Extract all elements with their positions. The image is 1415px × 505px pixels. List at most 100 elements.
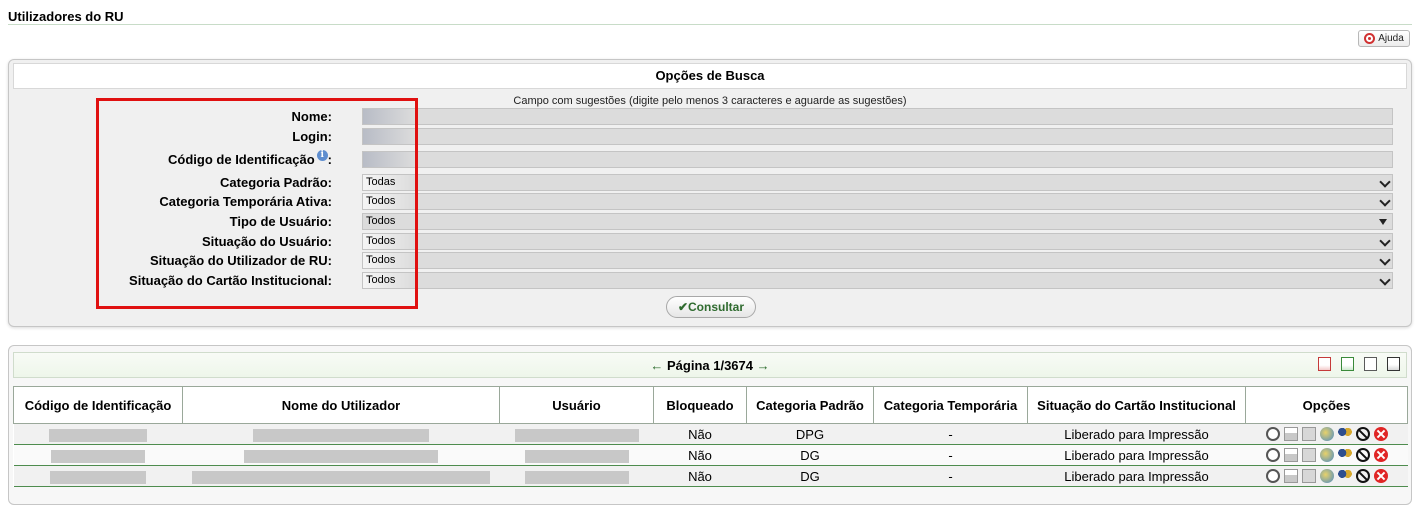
delete-icon[interactable] (1373, 469, 1388, 483)
cell-bloqueado: Não (653, 423, 747, 445)
table-row: Não DPG - Liberado para Impressão (13, 423, 1408, 445)
categoria-temporaria-label: Categoria Temporária Ativa: (159, 194, 332, 209)
cell-categoria-padrao: DG (746, 444, 874, 466)
table-row: Não DG - Liberado para Impressão (13, 465, 1408, 487)
row-codigo: Código de Identificação i: (9, 150, 1411, 169)
categoria-padrao-label: Categoria Padrão: (220, 175, 332, 190)
situacao-cartao-value: Todos (366, 274, 396, 286)
users-icon[interactable] (1337, 448, 1352, 462)
col-bloqueado[interactable]: Bloqueado (653, 386, 747, 424)
chevron-down-icon (1379, 274, 1391, 286)
block-icon[interactable] (1355, 469, 1370, 483)
consultar-button[interactable]: ✔Consultar (666, 296, 756, 318)
prev-page-arrow[interactable]: ← (650, 358, 663, 373)
users-icon[interactable] (1337, 469, 1352, 483)
table-row: Não DG - Liberado para Impressão (13, 444, 1408, 466)
row-situacao-utilizador: Situação do Utilizador de RU: Todos (9, 251, 1411, 270)
help-button[interactable]: Ajuda (1358, 30, 1410, 47)
next-page-arrow[interactable]: → (757, 358, 770, 373)
row-categoria-temporaria: Categoria Temporária Ativa: Todos (9, 192, 1411, 211)
cell-codigo (13, 465, 183, 487)
cell-categoria-padrao: DG (746, 465, 874, 487)
block-icon[interactable] (1355, 448, 1370, 462)
redacted-text (192, 470, 490, 484)
binoculars-icon[interactable] (1265, 427, 1280, 441)
delete-icon[interactable] (1373, 448, 1388, 462)
binoculars-icon[interactable] (1265, 448, 1280, 462)
situacao-cartao-label: Situação do Cartão Institucional: (129, 273, 332, 288)
suggestion-hint: Campo com sugestões (digite pelo menos 3… (513, 95, 907, 107)
help-label: Ajuda (1378, 33, 1404, 44)
search-panel: Opções de Busca Campo com sugestões (dig… (8, 59, 1412, 327)
situacao-cartao-select[interactable]: Todos (362, 272, 1393, 289)
tipo-usuario-select[interactable]: Todos (362, 213, 1393, 230)
cell-situacao-cartao: Liberado para Impressão (1027, 444, 1246, 466)
page-title: Utilizadores do RU (8, 9, 124, 24)
codigo-label: Código de Identificação (168, 152, 315, 167)
xls-icon[interactable] (1341, 357, 1354, 371)
categoria-temporaria-select[interactable]: Todos (362, 193, 1393, 210)
login-input[interactable] (362, 128, 1393, 145)
cell-situacao-cartao: Liberado para Impressão (1027, 465, 1246, 487)
categoria-padrao-value: Todas (366, 176, 396, 188)
globe-icon[interactable] (1319, 448, 1334, 462)
cell-opcoes (1245, 423, 1408, 445)
redacted-text (514, 428, 639, 442)
globe-icon[interactable] (1319, 427, 1334, 441)
col-situacao-cartao[interactable]: Situação do Cartão Institucional (1027, 386, 1246, 424)
pagination: ← Página 1/3674 → (14, 358, 1406, 373)
calculator-icon[interactable] (1301, 427, 1316, 441)
table-header-row: Código de Identificação Nome do Utilizad… (13, 386, 1408, 424)
col-categoria-temporaria[interactable]: Categoria Temporária (873, 386, 1028, 424)
consultar-label: Consultar (688, 300, 745, 314)
calculator-icon[interactable] (1301, 448, 1316, 462)
info-icon[interactable]: i (316, 150, 328, 161)
col-codigo[interactable]: Código de Identificação (13, 386, 183, 424)
nome-input[interactable] (362, 108, 1393, 125)
binoculars-icon[interactable] (1265, 469, 1280, 483)
cell-codigo (13, 444, 183, 466)
row-nome: Nome: (9, 107, 1411, 126)
codigo-input[interactable] (362, 151, 1393, 168)
cart-icon[interactable] (1283, 448, 1298, 462)
rtf-icon[interactable] (1364, 357, 1377, 371)
cart-icon[interactable] (1283, 427, 1298, 441)
cell-categoria-temporaria: - (873, 423, 1028, 445)
situacao-utilizador-label: Situação do Utilizador de RU: (149, 253, 332, 268)
row-login: Login: (9, 127, 1411, 146)
situacao-usuario-select[interactable]: Todos (362, 233, 1393, 250)
chevron-down-icon (1379, 254, 1391, 266)
doc-icon[interactable] (1387, 357, 1400, 371)
cell-categoria-padrao: DPG (746, 423, 874, 445)
triangle-down-icon (1379, 219, 1387, 225)
pdf-icon[interactable] (1318, 357, 1331, 371)
row-categoria-padrao: Categoria Padrão: Todas (9, 173, 1411, 192)
page-indicator: Página 1/3674 (667, 358, 753, 373)
cell-usuario (499, 465, 654, 487)
delete-icon[interactable] (1373, 427, 1388, 441)
redacted-text (253, 428, 429, 442)
col-usuario[interactable]: Usuário (499, 386, 654, 424)
col-opcoes: Opções (1245, 386, 1408, 424)
redacted-text (524, 470, 629, 484)
cell-usuario (499, 444, 654, 466)
globe-icon[interactable] (1319, 469, 1334, 483)
cart-icon[interactable] (1283, 469, 1298, 483)
cell-situacao-cartao: Liberado para Impressão (1027, 423, 1246, 445)
calculator-icon[interactable] (1301, 469, 1316, 483)
login-label: Login: (292, 129, 332, 144)
categoria-padrao-select[interactable]: Todas (362, 174, 1393, 191)
col-nome[interactable]: Nome do Utilizador (182, 386, 500, 424)
pager-bar: ← Página 1/3674 → (13, 352, 1407, 378)
redacted-text (244, 449, 438, 463)
search-header: Opções de Busca (13, 63, 1407, 89)
results-table: Código de Identificação Nome do Utilizad… (13, 386, 1408, 487)
situacao-utilizador-select[interactable]: Todos (362, 252, 1393, 269)
block-icon[interactable] (1355, 427, 1370, 441)
situacao-utilizador-value: Todos (366, 254, 396, 266)
results-panel: ← Página 1/3674 → Código de Identificaçã… (8, 345, 1412, 505)
cell-categoria-temporaria: - (873, 444, 1028, 466)
col-categoria-padrao[interactable]: Categoria Padrão (746, 386, 874, 424)
users-icon[interactable] (1337, 427, 1352, 441)
cell-codigo (13, 423, 183, 445)
